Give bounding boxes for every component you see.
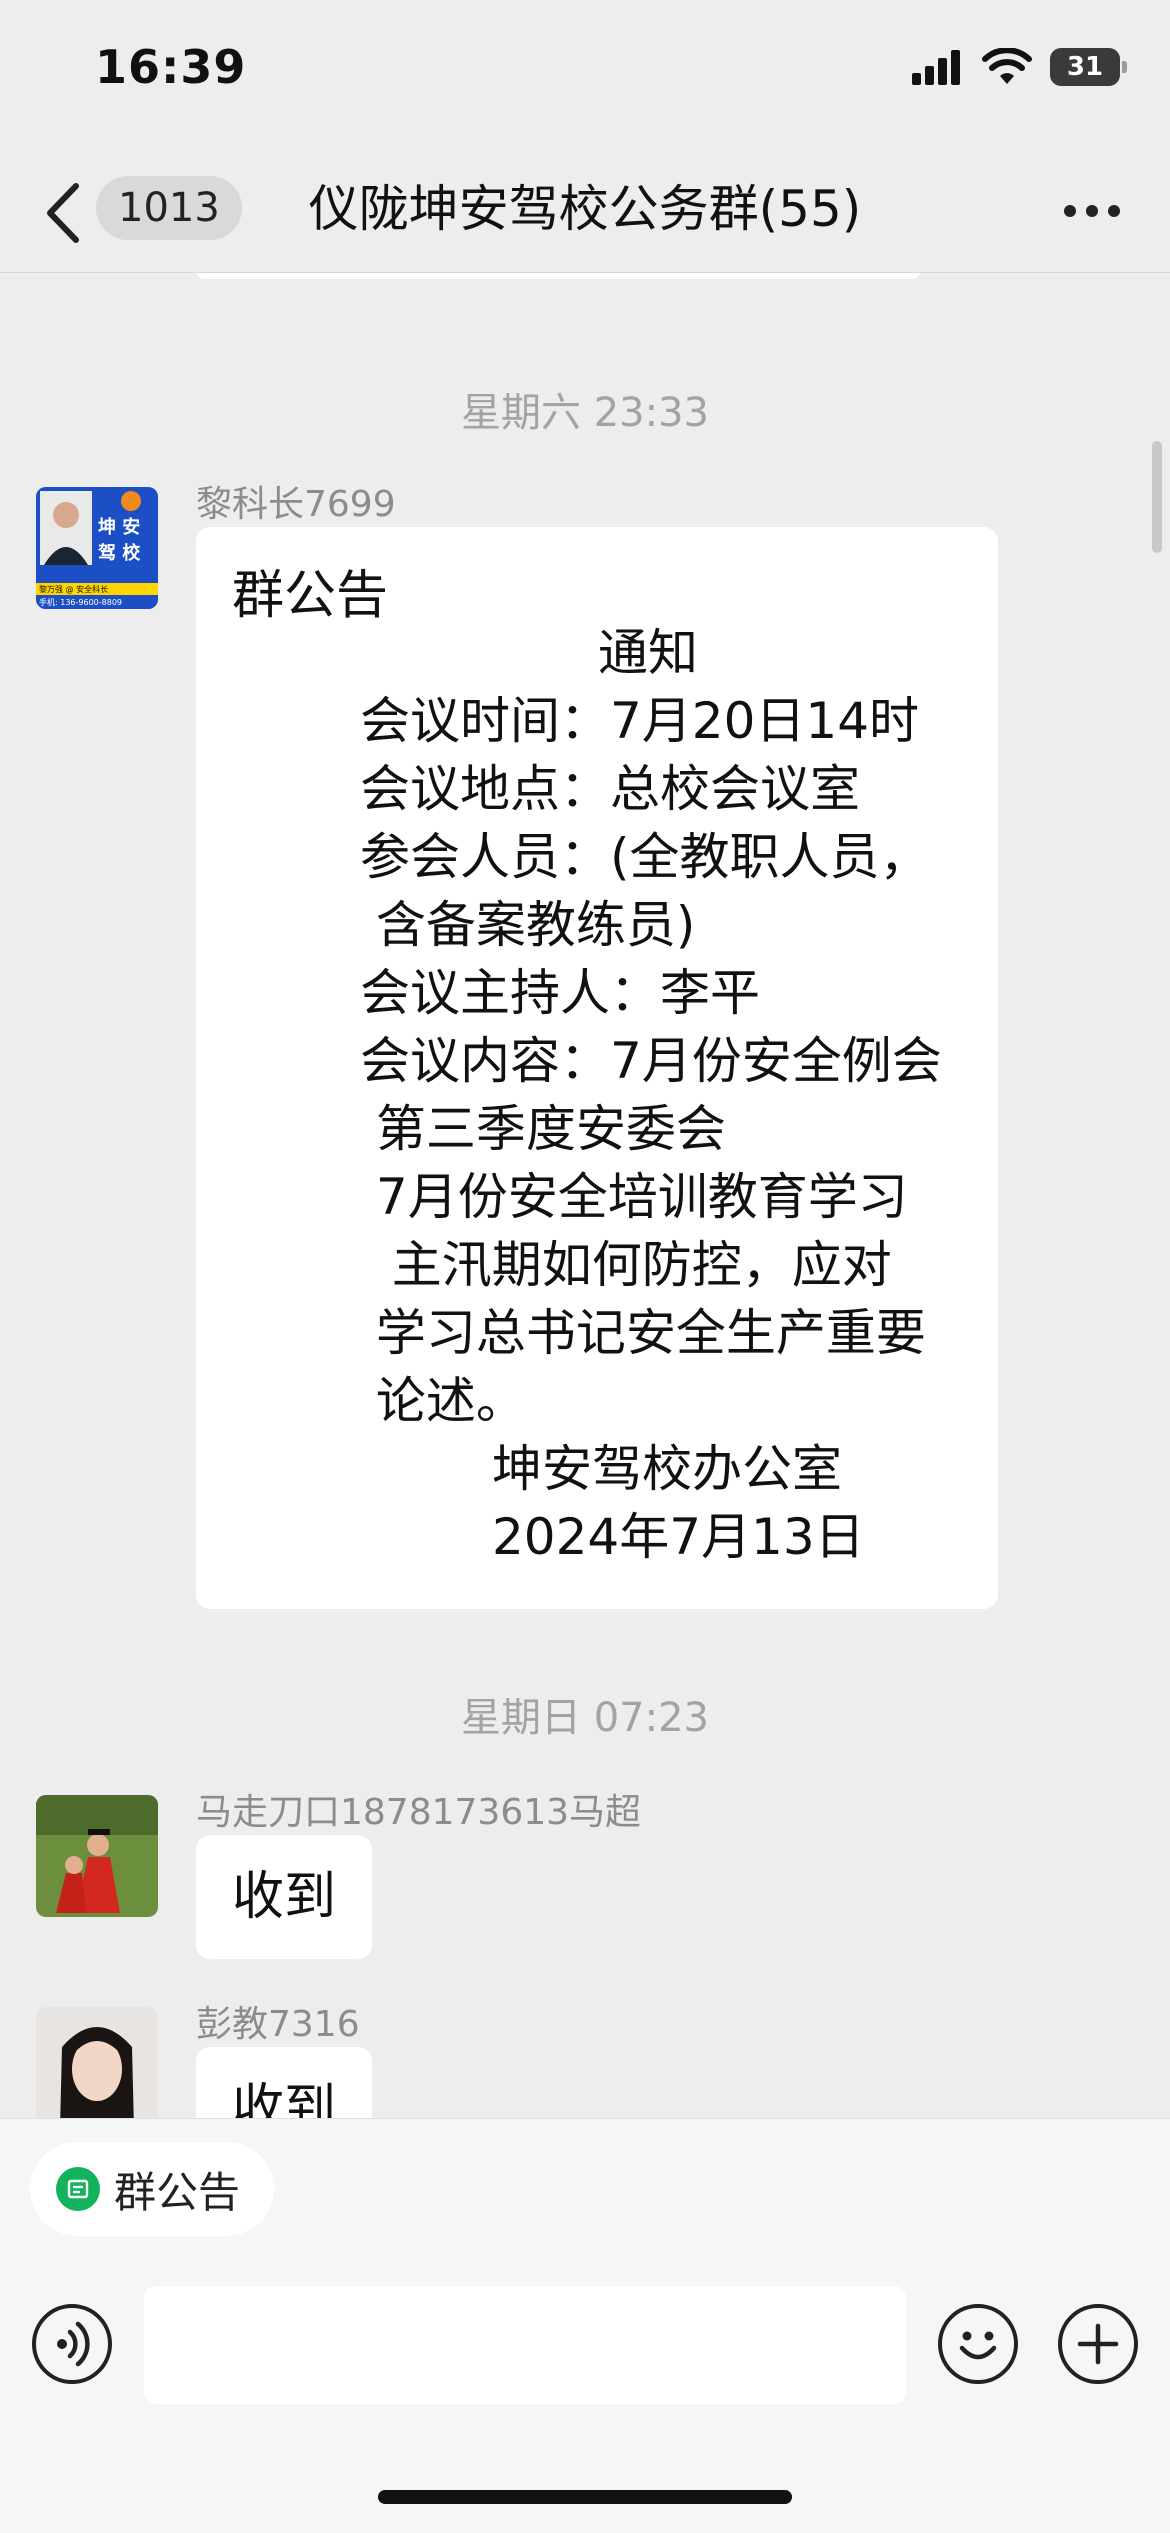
sender-name: 黎科长7699 — [196, 484, 396, 525]
message-input[interactable] — [144, 2286, 906, 2404]
sender-name: 彭教7316 — [196, 2004, 360, 2045]
scrollbar[interactable] — [1152, 441, 1162, 553]
notice-line: 7月份安全培训教育学习 — [360, 1168, 908, 1226]
notice-line: 第三季度安委会 — [360, 1100, 726, 1158]
notice-line: 通知 — [598, 624, 698, 682]
group-notice-bubble[interactable]: 群公告 通知 会议时间：7月20日14时 会议地点：总校会议室 参会人员：(全教… — [196, 527, 998, 1609]
nav-bar: 1013 仪陇坤安驾校公务群(55) — [0, 160, 1170, 273]
battery-icon: 31 — [1050, 48, 1127, 86]
notice-icon — [56, 2167, 100, 2211]
sender-name: 马走刀口1878173613马超 — [196, 1792, 642, 1833]
emoji-button[interactable] — [938, 2304, 1018, 2384]
previous-message-bubble[interactable] — [195, 273, 921, 279]
chip-label: 群公告 — [114, 2167, 241, 2217]
avatar[interactable] — [36, 1795, 158, 1917]
message-bubble[interactable]: 收到 — [196, 1835, 373, 1959]
notice-title: 群公告 — [232, 566, 389, 626]
notice-line: 学习总书记安全生产重要 — [360, 1304, 926, 1362]
home-indicator[interactable] — [378, 2490, 792, 2504]
chat-list[interactable]: 星期六 23:33 坤 安 驾 校 黎万强 @ 安全科长 手机: 136-960… — [0, 273, 1170, 2118]
voice-button[interactable] — [32, 2304, 112, 2384]
timestamp: 星期六 23:33 — [461, 390, 709, 436]
message-bubble[interactable]: 收到 — [196, 2047, 373, 2118]
emoji-icon — [959, 2331, 997, 2360]
avatar[interactable]: 坤 安 驾 校 黎万强 @ 安全科长 手机: 136-9600-8809 — [36, 487, 158, 609]
avatar-text: 黎万强 @ 安全科长 — [39, 585, 109, 594]
notice-line: 会议地点：总校会议室 — [360, 760, 860, 818]
group-notice-chip[interactable]: 群公告 — [30, 2142, 275, 2236]
notice-line: 2024年7月13日 — [492, 1508, 865, 1566]
notice-line: 含备案教练员) — [360, 896, 696, 954]
avatar[interactable] — [36, 2007, 158, 2118]
more-icon[interactable] — [1062, 196, 1122, 226]
voice-icon — [57, 2321, 90, 2367]
notice-line: 参会人员：(全教职人员， — [360, 828, 930, 886]
notice-line: 会议内容：7月份安全例会 — [360, 1032, 942, 1090]
signal-icon — [912, 50, 960, 85]
avatar-text: 驾 校 — [98, 543, 141, 564]
battery-level: 31 — [1066, 52, 1104, 82]
avatar-text: 坤 安 — [98, 517, 141, 538]
notice-line: 主汛期如何防控，应对 — [360, 1236, 892, 1294]
avatar-image — [36, 1795, 158, 1917]
status-time: 16:39 — [95, 40, 247, 94]
chat-title: 仪陇坤安驾校公务群(55) — [308, 180, 862, 238]
notice-line: 会议时间：7月20日14时 — [360, 692, 920, 750]
timestamp: 星期日 07:23 — [461, 1695, 709, 1741]
avatar-image — [36, 2007, 158, 2118]
wifi-icon — [982, 48, 1032, 84]
notice-line: 会议主持人：李平 — [360, 964, 760, 1022]
notice-line: 论述。 — [360, 1372, 526, 1430]
notice-line: 坤安驾校办公室 — [492, 1440, 842, 1498]
more-actions-button[interactable] — [1058, 2304, 1138, 2384]
status-icons: 31 — [912, 48, 1127, 86]
plus-icon — [1077, 2323, 1119, 2365]
avatar-text: 手机: 136-9600-8809 — [39, 598, 122, 607]
